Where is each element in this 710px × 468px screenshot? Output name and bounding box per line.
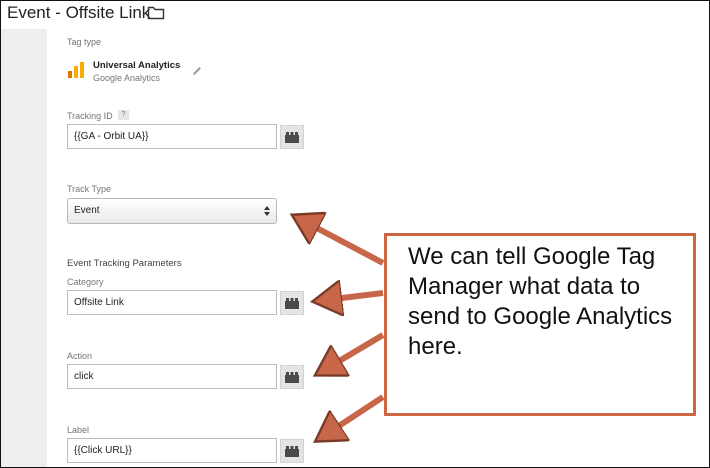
annotation-callout: We can tell Google Tag Manager what data… xyxy=(384,233,696,416)
callout-text: We can tell Google Tag Manager what data… xyxy=(408,243,673,360)
arrow-to-action xyxy=(319,332,385,373)
screenshot-frame: Event - Offsite Link Tag type Universal … xyxy=(0,0,710,468)
arrow-to-category xyxy=(317,293,384,301)
arrow-to-track-type xyxy=(296,217,385,266)
arrow-to-label xyxy=(319,394,385,439)
